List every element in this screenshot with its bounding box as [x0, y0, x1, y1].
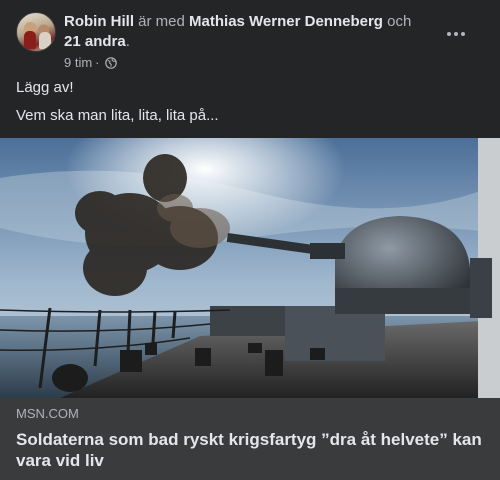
others-link[interactable]: 21 andra: [64, 33, 126, 50]
post-text-line-2: Vem ska man lita, lita, lita på...: [16, 107, 219, 124]
post-text-line-1: Lägg av!: [16, 79, 74, 96]
post-text: Lägg av! Vem ska man lita, lita, lita på…: [16, 78, 484, 134]
link-headline[interactable]: Soldaterna som bad ryskt krigsfartyg ”dr…: [16, 429, 484, 471]
post-header: Robin Hill är med Mathias Werner Dennebe…: [16, 12, 484, 72]
meta-separator: ·: [95, 55, 100, 70]
link-domain: MSN.COM: [16, 406, 79, 421]
feed-post: Robin Hill är med Mathias Werner Dennebe…: [0, 0, 500, 480]
post-meta: 9 tim ·: [64, 55, 117, 70]
warship-image: [0, 138, 500, 398]
tagged-person-link[interactable]: Mathias Werner Denneberg: [189, 13, 383, 30]
post-author-line: Robin Hill är med Mathias Werner Dennebe…: [64, 12, 424, 52]
more-options-icon[interactable]: [438, 20, 474, 48]
author-avatar[interactable]: [16, 12, 56, 52]
link-preview-image[interactable]: [0, 138, 500, 398]
globe-icon[interactable]: [104, 56, 117, 69]
link-preview-footer[interactable]: MSN.COM Soldaterna som bad ryskt krigsfa…: [0, 398, 500, 480]
period-text: .: [125, 33, 130, 50]
author-name-link[interactable]: Robin Hill: [64, 13, 134, 30]
with-text: är med: [138, 13, 185, 30]
post-timestamp[interactable]: 9 tim: [64, 55, 92, 70]
and-text: och: [387, 13, 412, 30]
